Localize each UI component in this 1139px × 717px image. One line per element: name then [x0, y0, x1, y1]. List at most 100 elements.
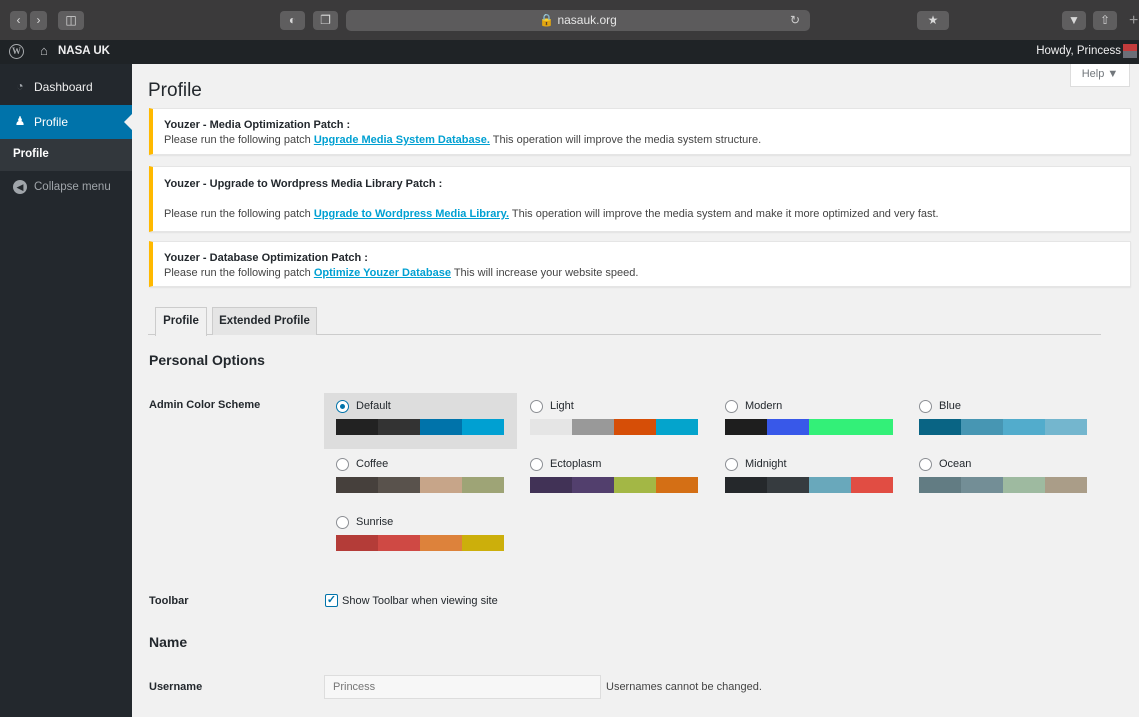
color-scheme-name: Modern — [745, 400, 783, 412]
color-scheme-radio[interactable] — [530, 400, 543, 413]
tab-extended-profile[interactable]: Extended Profile — [212, 307, 317, 335]
color-scheme-radio[interactable] — [725, 458, 738, 471]
name-heading: Name — [149, 634, 188, 650]
color-scheme-midnight[interactable]: Midnight — [713, 451, 906, 507]
color-swatches — [919, 419, 1087, 435]
color-swatch — [572, 477, 614, 493]
reload-icon[interactable]: ↻ — [790, 10, 800, 31]
color-swatch — [961, 477, 1003, 493]
site-name-link[interactable]: NASA UK — [58, 45, 110, 57]
color-swatch — [809, 419, 851, 435]
color-swatch — [462, 535, 504, 551]
collapse-menu-button[interactable]: ◀ Collapse menu — [0, 171, 132, 205]
color-swatches — [530, 419, 698, 435]
chevron-right-icon[interactable]: › — [30, 11, 47, 30]
admin-color-scheme-label: Admin Color Scheme — [149, 399, 261, 411]
tabs-icon[interactable]: ❐ — [313, 11, 338, 30]
username-description: Usernames cannot be changed. — [606, 681, 762, 693]
color-swatch — [767, 477, 809, 493]
show-toolbar-checkbox[interactable]: ✓ — [325, 594, 338, 607]
address-text: 🔒 nasauk.org — [539, 13, 617, 27]
avatar[interactable] — [1123, 44, 1137, 58]
color-scheme-default[interactable]: Default — [324, 393, 517, 449]
color-scheme-modern[interactable]: Modern — [713, 393, 906, 449]
color-scheme-light[interactable]: Light — [518, 393, 711, 449]
notice-text-after: This operation will improve the media sy… — [509, 208, 939, 220]
color-swatch — [656, 477, 698, 493]
upgrade-media-library-link[interactable]: Upgrade to Wordpress Media Library. — [314, 208, 509, 220]
color-swatch — [420, 535, 462, 551]
color-swatches — [919, 477, 1087, 493]
color-swatch — [1003, 477, 1045, 493]
color-scheme-sunrise[interactable]: Sunrise — [324, 509, 517, 565]
color-swatches — [336, 535, 504, 551]
admin-sidebar: ◔ Dashboard ♟ Profile Profile ◀ Collapse… — [0, 64, 132, 717]
color-swatch — [420, 419, 462, 435]
color-scheme-radio[interactable] — [725, 400, 738, 413]
color-swatch — [378, 419, 420, 435]
user-icon: ♟ — [14, 114, 26, 128]
color-swatch — [336, 477, 378, 493]
color-scheme-name: Coffee — [356, 458, 389, 470]
color-swatch — [530, 477, 572, 493]
notice-text: Please run the following patch Upgrade M… — [164, 134, 761, 146]
bookmark-icon[interactable]: ★ — [917, 11, 949, 30]
color-swatch — [1045, 477, 1087, 493]
username-label: Username — [149, 681, 203, 693]
color-swatch — [851, 477, 893, 493]
color-scheme-radio[interactable] — [336, 458, 349, 471]
username-input[interactable] — [324, 675, 601, 699]
color-swatch — [378, 477, 420, 493]
color-swatches — [725, 419, 893, 435]
optimize-database-link[interactable]: Optimize Youzer Database — [314, 267, 451, 279]
page-title: Profile — [148, 80, 202, 101]
color-scheme-coffee[interactable]: Coffee — [324, 451, 517, 507]
notice-media-optimization: Youzer - Media Optimization Patch : Plea… — [149, 108, 1131, 155]
color-scheme-blue[interactable]: Blue — [907, 393, 1100, 449]
share-icon[interactable]: ⇧ — [1093, 11, 1117, 30]
sidebar-submenu-profile[interactable]: Profile — [0, 139, 132, 171]
color-swatch — [336, 419, 378, 435]
help-tab-button[interactable]: Help ▼ — [1070, 64, 1130, 87]
download-icon[interactable]: ▼ — [1062, 11, 1086, 30]
upgrade-media-system-link[interactable]: Upgrade Media System Database. — [314, 134, 490, 146]
color-swatch — [809, 477, 851, 493]
color-swatches — [336, 419, 504, 435]
color-scheme-name: Ectoplasm — [550, 458, 602, 470]
color-scheme-radio[interactable] — [919, 458, 932, 471]
color-scheme-ectoplasm[interactable]: Ectoplasm — [518, 451, 711, 507]
address-bar[interactable]: 🔒 nasauk.org ↻ — [346, 10, 810, 31]
color-scheme-radio[interactable] — [530, 458, 543, 471]
notice-text: Please run the following patch Upgrade t… — [164, 208, 939, 220]
color-swatch — [725, 419, 767, 435]
sidebar-toggle-icon[interactable]: ◫ — [58, 11, 84, 30]
chevron-left-icon[interactable]: ‹ — [10, 11, 27, 30]
color-scheme-ocean[interactable]: Ocean — [907, 451, 1100, 507]
show-toolbar-label[interactable]: Show Toolbar when viewing site — [342, 595, 498, 607]
color-swatch — [656, 419, 698, 435]
notice-title: Youzer - Media Optimization Patch : — [164, 119, 351, 131]
color-scheme-radio[interactable] — [336, 516, 349, 529]
notice-title: Youzer - Database Optimization Patch : — [164, 252, 368, 264]
color-scheme-radio[interactable] — [919, 400, 932, 413]
color-swatch — [614, 477, 656, 493]
color-scheme-radio[interactable] — [336, 400, 349, 413]
dashboard-icon: ◔ — [16, 79, 24, 93]
color-swatch — [919, 419, 961, 435]
tab-profile[interactable]: Profile — [155, 307, 207, 336]
color-swatches — [530, 477, 698, 493]
home-icon[interactable]: ⌂ — [40, 43, 48, 58]
color-swatch — [919, 477, 961, 493]
color-scheme-name: Blue — [939, 400, 962, 412]
sidebar-item-dashboard[interactable]: ◔ Dashboard — [0, 70, 132, 104]
notice-text-after: This will increase your website speed. — [450, 267, 639, 279]
toolbar-label: Toolbar — [149, 595, 189, 607]
notice-text-after: This operation will improve the media sy… — [489, 134, 762, 146]
account-greeting[interactable]: Howdy, Princess — [1036, 45, 1121, 57]
sidebar-item-profile[interactable]: ♟ Profile — [0, 105, 132, 139]
wordpress-logo-icon[interactable]: W — [9, 44, 24, 59]
new-tab-icon[interactable]: + — [1129, 13, 1139, 29]
color-swatch — [961, 419, 1003, 435]
notice-text-before: Please run the following patch — [164, 267, 314, 279]
shield-icon[interactable]: ◐ — [280, 11, 305, 30]
